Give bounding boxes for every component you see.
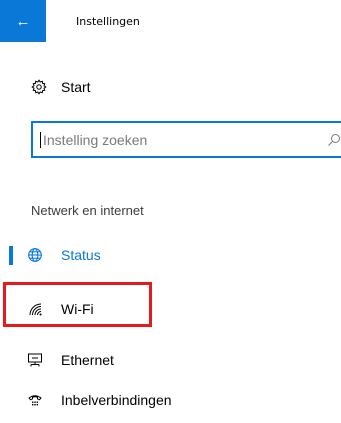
search-placeholder: Instelling zoeken bbox=[43, 132, 148, 148]
selection-indicator bbox=[9, 246, 13, 265]
nav-item-label: Wi-Fi bbox=[61, 301, 94, 317]
dialup-icon bbox=[28, 395, 42, 406]
nav-item-status[interactable]: Status bbox=[0, 235, 341, 275]
nav-item-label: Ethernet bbox=[61, 352, 114, 368]
nav-item-label: Inbelverbindingen bbox=[61, 392, 172, 408]
nav-item-ethernet[interactable]: Ethernet bbox=[0, 340, 341, 380]
section-header: Netwerk en internet bbox=[31, 203, 144, 218]
nav-item-label: Status bbox=[61, 247, 101, 263]
home-label: Start bbox=[61, 79, 91, 95]
gear-icon bbox=[31, 79, 47, 95]
globe-icon bbox=[28, 248, 42, 262]
titlebar: ← Instellingen bbox=[0, 0, 341, 42]
back-button[interactable]: ← bbox=[0, 0, 46, 42]
text-caret bbox=[40, 132, 41, 148]
wifi-icon bbox=[29, 303, 42, 316]
search-icon[interactable] bbox=[327, 133, 341, 147]
ethernet-icon bbox=[28, 353, 42, 367]
home-link[interactable]: Start bbox=[0, 70, 341, 106]
search-input[interactable]: Instelling zoeken bbox=[31, 121, 341, 158]
nav-item-dialup[interactable]: Inbelverbindingen bbox=[0, 380, 341, 420]
nav-item-wifi[interactable]: Wi-Fi bbox=[0, 289, 341, 329]
window-title: Instellingen bbox=[76, 15, 140, 28]
back-arrow-icon: ← bbox=[15, 12, 31, 30]
